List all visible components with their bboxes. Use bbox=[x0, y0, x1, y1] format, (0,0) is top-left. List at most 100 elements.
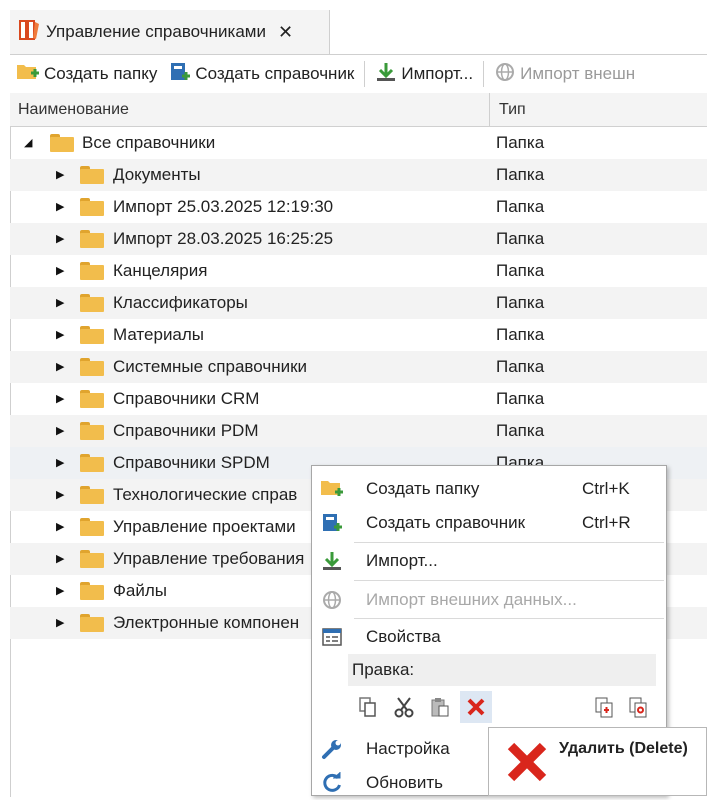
create-reference-label: Создать справочник bbox=[195, 64, 355, 83]
folder-icon bbox=[80, 326, 104, 344]
menu-label: Обновить bbox=[366, 773, 443, 792]
tree-row-label: Справочники SPDM bbox=[113, 453, 270, 472]
cut-icon[interactable] bbox=[388, 691, 420, 723]
tree-row[interactable]: ▶ Документы Папка bbox=[10, 159, 707, 191]
tree-row-type: Папка bbox=[496, 165, 545, 184]
tab-reference-management[interactable]: Управление справочниками ✕ bbox=[10, 10, 330, 54]
create-folder-label: Создать папку bbox=[44, 64, 158, 83]
menu-label: Создать справочник bbox=[366, 513, 526, 532]
tree-row-label: Управление проектами bbox=[113, 517, 296, 536]
tree-row-label: Файлы bbox=[113, 581, 168, 600]
tab-strip: Управление справочниками ✕ bbox=[10, 10, 707, 55]
tree-row-type: Папка bbox=[496, 325, 545, 344]
menu-item-create-folder[interactable]: Создать папку Ctrl+K bbox=[312, 472, 666, 506]
create-reference-button[interactable]: Создать справочник bbox=[163, 58, 360, 90]
menu-item-properties[interactable]: Свойства bbox=[312, 620, 666, 654]
create-folder-button[interactable]: Создать папку bbox=[10, 58, 163, 90]
collapsed-arrow-icon[interactable]: ▶ bbox=[56, 415, 64, 447]
menu-label: Настройка bbox=[366, 739, 450, 758]
tree-row-type: Папка bbox=[496, 389, 545, 408]
edit-toolbar bbox=[348, 690, 664, 724]
collapsed-arrow-icon[interactable]: ▶ bbox=[56, 223, 64, 255]
folder-icon bbox=[80, 454, 104, 472]
tree-row-root[interactable]: ◢ Все справочники Папка bbox=[10, 127, 707, 159]
tree-row[interactable]: ▶ Импорт 28.03.2025 16:25:25 Папка bbox=[10, 223, 707, 255]
collapsed-arrow-icon[interactable]: ▶ bbox=[56, 479, 64, 511]
paste-copy-red-icon[interactable] bbox=[622, 691, 654, 723]
import-label: Импорт... bbox=[401, 64, 474, 83]
tree-row-label: Документы bbox=[113, 165, 201, 184]
folder-icon bbox=[80, 230, 104, 248]
menu-item-create-reference[interactable]: Создать справочник Ctrl+R bbox=[312, 506, 666, 540]
tree-row[interactable]: ▶ Классификаторы Папка bbox=[10, 287, 707, 319]
tree-row[interactable]: ▶ Канцелярия Папка bbox=[10, 255, 707, 287]
import-icon bbox=[320, 549, 344, 573]
collapsed-arrow-icon[interactable]: ▶ bbox=[56, 607, 64, 639]
tree-row-label: Системные справочники bbox=[113, 357, 308, 376]
globe-icon bbox=[320, 588, 344, 612]
folder-icon bbox=[80, 582, 104, 600]
tree-row[interactable]: ▶ Справочники PDM Папка bbox=[10, 415, 707, 447]
collapsed-arrow-icon[interactable]: ▶ bbox=[56, 575, 64, 607]
tree-row-type: Папка bbox=[496, 229, 545, 248]
folder-icon bbox=[80, 358, 104, 376]
menu-label: Импорт внешних данных... bbox=[366, 590, 577, 609]
expanded-arrow-icon[interactable]: ◢ bbox=[24, 127, 32, 159]
tree-row-label: Технологические справ bbox=[113, 485, 298, 504]
menu-shortcut: Ctrl+K bbox=[582, 479, 630, 498]
menu-item-import-external[interactable]: Импорт внешних данных... bbox=[312, 583, 666, 617]
wrench-icon bbox=[320, 737, 344, 761]
tree-row[interactable]: ▶ Системные справочники Папка bbox=[10, 351, 707, 383]
tree-row-label: Материалы bbox=[113, 325, 205, 344]
collapsed-arrow-icon[interactable]: ▶ bbox=[56, 319, 64, 351]
tree-row-type: Папка bbox=[496, 261, 545, 280]
tree-row[interactable]: ▶ Справочники CRM Папка bbox=[10, 383, 707, 415]
folder-add-icon bbox=[16, 61, 40, 88]
column-header: Наименование Тип bbox=[10, 93, 707, 127]
tree-row[interactable]: ▶ Импорт 25.03.2025 12:19:30 Папка bbox=[10, 191, 707, 223]
collapsed-arrow-icon[interactable]: ▶ bbox=[56, 255, 64, 287]
tree-row[interactable]: ▶ Материалы Папка bbox=[10, 319, 707, 351]
column-name-header[interactable]: Наименование bbox=[10, 93, 490, 126]
refresh-icon bbox=[320, 771, 344, 795]
folder-icon bbox=[80, 166, 104, 184]
import-button[interactable]: Импорт... bbox=[369, 58, 479, 90]
tree-row-label: Классификаторы bbox=[113, 293, 248, 312]
paste-red-icon[interactable] bbox=[588, 691, 620, 723]
collapsed-arrow-icon[interactable]: ▶ bbox=[56, 543, 64, 575]
copy-icon[interactable] bbox=[352, 691, 384, 723]
menu-item-import[interactable]: Импорт... bbox=[312, 544, 666, 578]
import-external-button[interactable]: Импорт внешн bbox=[488, 58, 641, 90]
collapsed-arrow-icon[interactable]: ▶ bbox=[56, 159, 64, 191]
folder-icon bbox=[80, 262, 104, 280]
folder-add-icon bbox=[320, 477, 344, 501]
import-icon bbox=[375, 61, 397, 88]
tree-row-label: Импорт 28.03.2025 16:25:25 bbox=[113, 229, 334, 248]
column-type-header[interactable]: Тип bbox=[491, 93, 707, 126]
collapsed-arrow-icon[interactable]: ▶ bbox=[56, 287, 64, 319]
menu-separator bbox=[354, 542, 664, 543]
tree-row-label: Справочники PDM bbox=[113, 421, 259, 440]
collapsed-arrow-icon[interactable]: ▶ bbox=[56, 191, 64, 223]
delete-icon[interactable] bbox=[460, 691, 492, 723]
folder-icon bbox=[80, 486, 104, 504]
edit-section-header: Правка: bbox=[348, 654, 656, 686]
collapsed-arrow-icon[interactable]: ▶ bbox=[56, 511, 64, 543]
folder-icon bbox=[80, 294, 104, 312]
toolbar: Создать папку Создать справочник Импорт.… bbox=[10, 55, 707, 94]
collapsed-arrow-icon[interactable]: ▶ bbox=[56, 447, 64, 479]
tree-row-label: Справочники CRM bbox=[113, 389, 260, 408]
paste-icon[interactable] bbox=[424, 691, 456, 723]
tooltip-text: Удалить (Delete) bbox=[559, 740, 688, 757]
menu-label: Создать папку bbox=[366, 479, 480, 498]
properties-icon bbox=[320, 625, 344, 649]
folder-icon bbox=[80, 198, 104, 216]
collapsed-arrow-icon[interactable]: ▶ bbox=[56, 351, 64, 383]
menu-separator bbox=[354, 618, 664, 619]
books-icon bbox=[18, 19, 40, 46]
close-icon[interactable]: ✕ bbox=[278, 22, 293, 43]
collapsed-arrow-icon[interactable]: ▶ bbox=[56, 383, 64, 415]
globe-icon bbox=[494, 61, 516, 88]
folder-icon bbox=[80, 390, 104, 408]
delete-large-icon bbox=[505, 740, 549, 784]
